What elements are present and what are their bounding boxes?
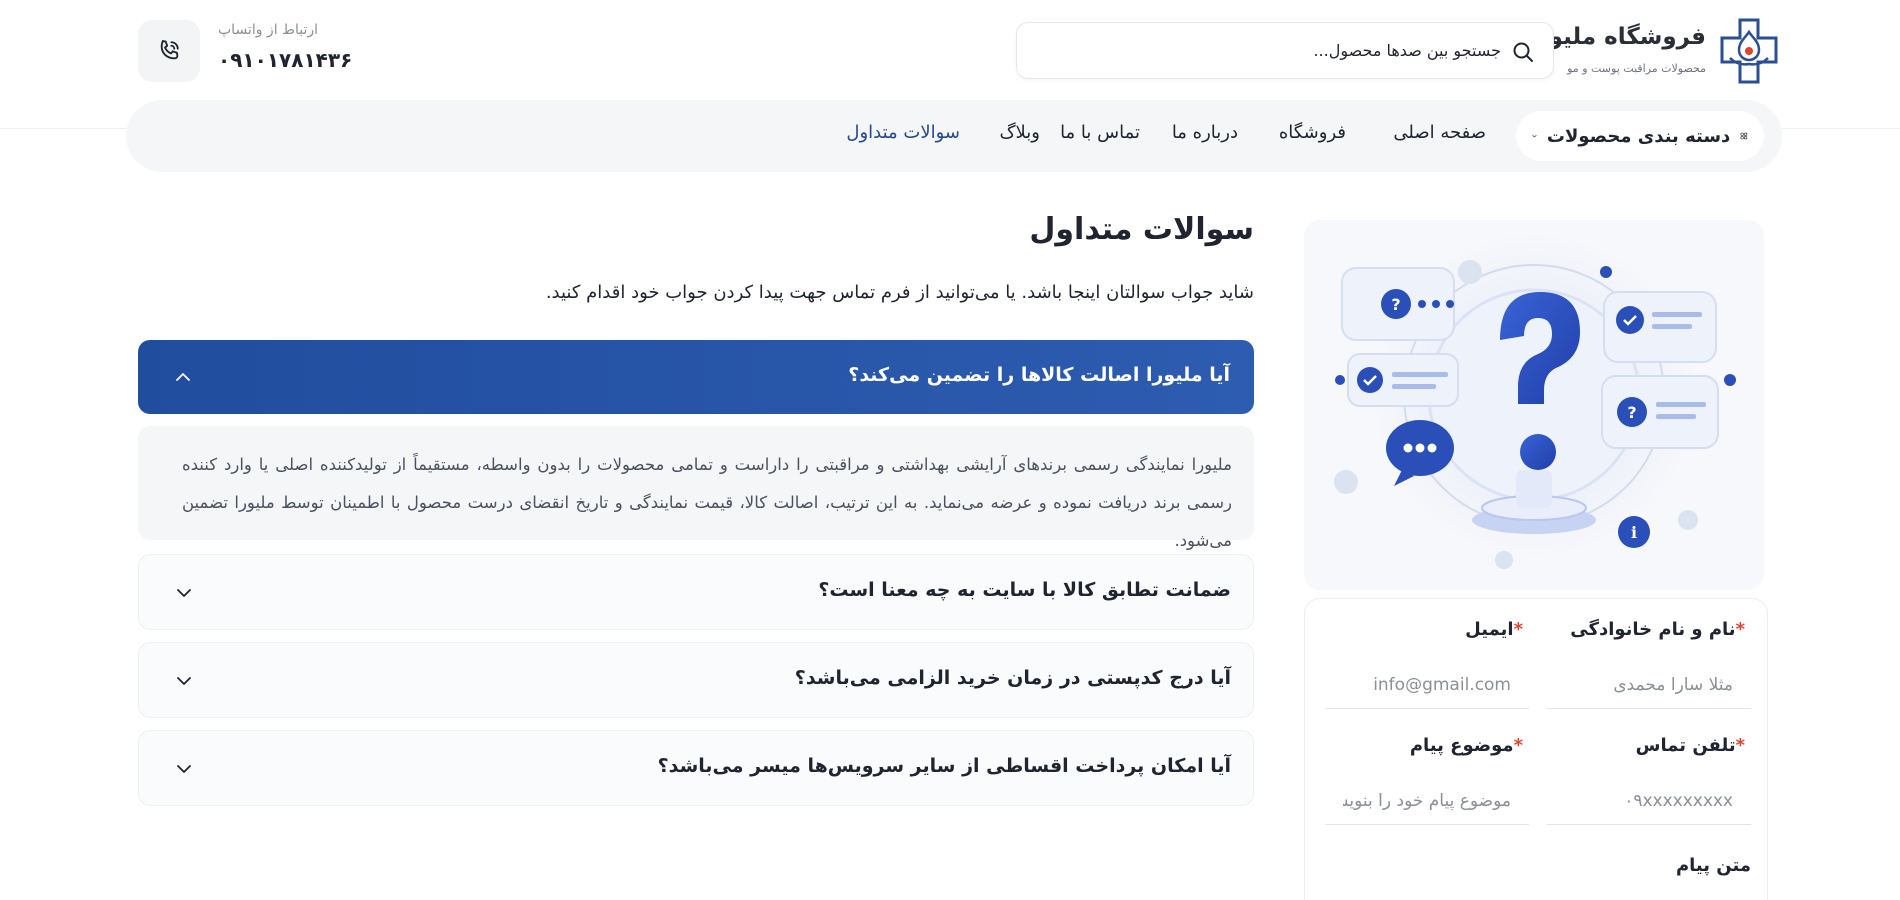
- question-mark-illustration-icon: ? ? i: [1334, 230, 1736, 569]
- svg-text:i: i: [1631, 523, 1637, 542]
- search-box[interactable]: [1016, 22, 1554, 79]
- faq-item[interactable]: آیا امکان پرداخت اقساطی از سایر سرویس‌ها…: [138, 730, 1254, 806]
- required-mark: *: [1735, 619, 1745, 640]
- faq-answer: ملیورا نمایندگی رسمی برندهای آرایشی بهدا…: [138, 426, 1254, 550]
- faq-item[interactable]: ضمانت تطابق کالا با سایت به چه معنا است؟: [138, 554, 1254, 630]
- nav-item-faq[interactable]: سوالات متداول: [846, 122, 960, 143]
- brand-name: فروشگاه ملیورا: [1527, 24, 1706, 50]
- nav-item-about[interactable]: درباره ما: [1172, 122, 1238, 143]
- faq-question: آیا ملیورا اصالت کالاها را تضمین می‌کند؟: [848, 364, 1230, 386]
- grid-icon: [1740, 132, 1748, 140]
- name-field[interactable]: [1547, 661, 1751, 709]
- faq-item[interactable]: آیا درج کدپستی در زمان خرید الزامی می‌با…: [138, 642, 1254, 718]
- faq-question: آیا امکان پرداخت اقساطی از سایر سرویس‌ها…: [657, 755, 1231, 777]
- contact-form: *نام و نام خانوادگی *ایمیل *تلفن تماس *م…: [1304, 598, 1768, 900]
- chevron-down-icon: [1532, 134, 1537, 138]
- svg-text:?: ?: [1627, 403, 1636, 422]
- faq-question: آیا درج کدپستی در زمان خرید الزامی می‌با…: [794, 667, 1231, 689]
- svg-text:?: ?: [1391, 295, 1400, 314]
- brand-logo[interactable]: فروشگاه ملیورا محصولات مراقبت پوست و مو: [1528, 18, 1780, 86]
- chevron-down-icon: [177, 589, 191, 597]
- faq-item-open[interactable]: آیا ملیورا اصالت کالاها را تضمین می‌کند؟: [138, 340, 1254, 414]
- phone-icon: [160, 40, 179, 60]
- logo-cross-icon: [1720, 18, 1778, 84]
- page-title: سوالات متداول: [1029, 212, 1254, 247]
- faq-question: ضمانت تطابق کالا با سایت به چه معنا است؟: [818, 579, 1231, 601]
- whatsapp-call-button[interactable]: [138, 20, 200, 82]
- chevron-down-icon: [177, 677, 191, 685]
- contact-label: ارتباط از واتساپ: [218, 22, 319, 38]
- main-nav: دسته بندی محصولات صفحه اصلی فروشگاه دربا…: [126, 100, 1782, 172]
- contact-phone[interactable]: ۰۹۱۰۱۷۸۱۴۳۶: [218, 48, 352, 72]
- phone-field[interactable]: [1547, 777, 1751, 825]
- message-label: متن پیام: [1675, 855, 1751, 876]
- subject-label: *موضوع پیام: [1409, 735, 1523, 756]
- nav-item-contact[interactable]: تماس با ما: [1060, 122, 1140, 143]
- nav-item-shop[interactable]: فروشگاه: [1279, 122, 1346, 143]
- required-mark: *: [1513, 735, 1523, 756]
- required-mark: *: [1735, 735, 1745, 756]
- brand-tagline: محصولات مراقبت پوست و مو: [1567, 62, 1706, 75]
- email-field[interactable]: [1325, 661, 1529, 709]
- name-label: *نام و نام خانوادگی: [1570, 619, 1745, 640]
- chevron-up-icon: [176, 373, 190, 381]
- categories-label: دسته بندی محصولات: [1546, 125, 1731, 147]
- subject-field[interactable]: [1325, 777, 1529, 825]
- nav-item-home[interactable]: صفحه اصلی: [1393, 122, 1486, 143]
- nav-item-blog[interactable]: وبلاگ: [999, 122, 1040, 143]
- faq-answer-text: ملیورا نمایندگی رسمی برندهای آرایشی بهدا…: [182, 455, 1232, 550]
- search-icon[interactable]: [1511, 40, 1535, 64]
- page-subtitle: شاید جواب سوالتان اینجا باشد. یا می‌توان…: [545, 282, 1254, 303]
- phone-label: *تلفن تماس: [1635, 735, 1745, 756]
- chevron-down-icon: [177, 765, 191, 773]
- email-label: *ایمیل: [1465, 619, 1523, 640]
- faq-illustration: ? ? i: [1304, 220, 1764, 590]
- search-input[interactable]: [1041, 23, 1501, 78]
- categories-menu-button[interactable]: دسته بندی محصولات: [1516, 111, 1764, 161]
- required-mark: *: [1513, 619, 1523, 640]
